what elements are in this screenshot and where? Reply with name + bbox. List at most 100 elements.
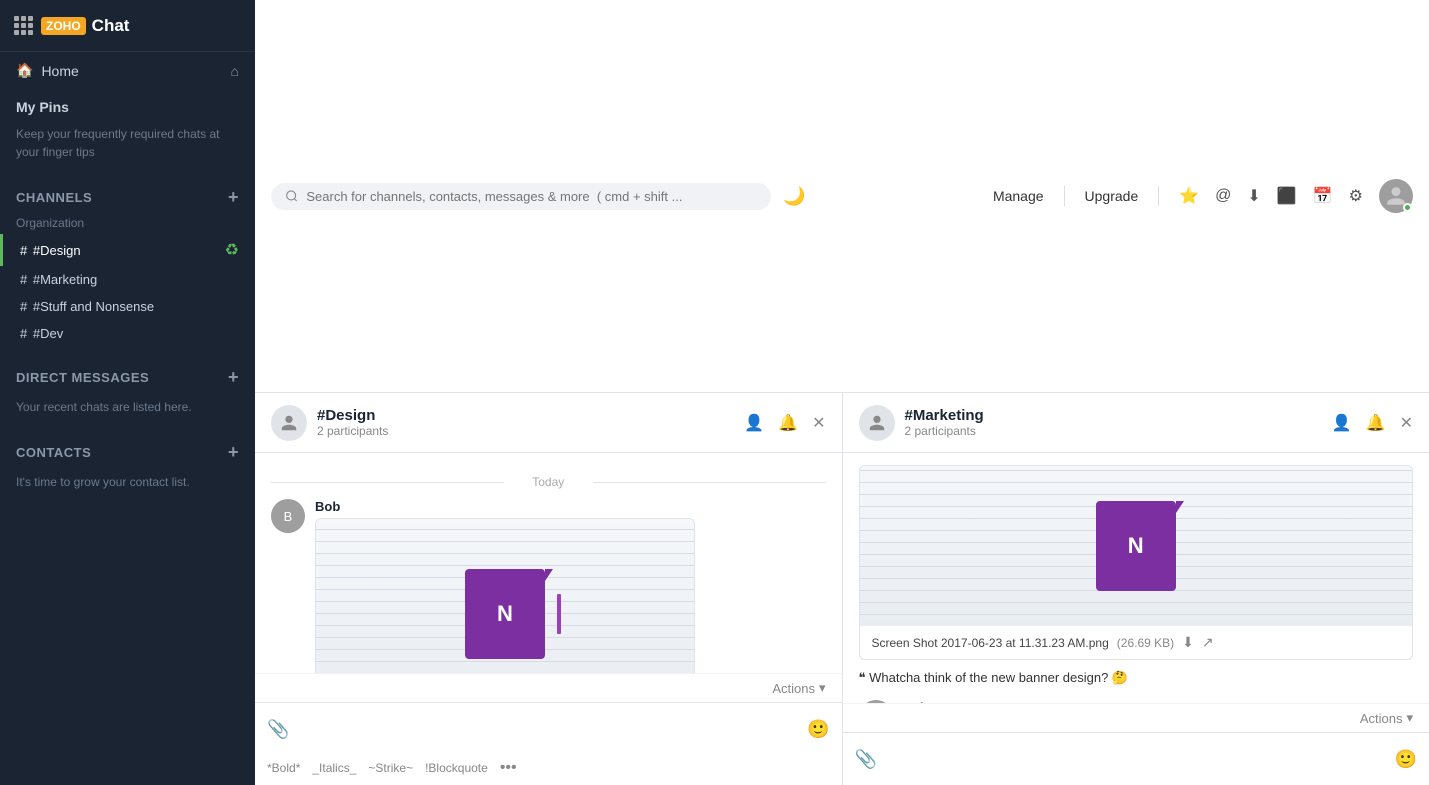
org-label: Organization: [0, 212, 255, 234]
design-channel-avatar: [271, 405, 307, 441]
design-header-actions: 👤 🔔 ✕: [744, 413, 825, 433]
search-bar[interactable]: [271, 183, 771, 210]
sidebar-item-marketing[interactable]: # #Marketing: [0, 266, 255, 293]
my-pins-section: My Pins: [0, 89, 255, 119]
share-icon[interactable]: ⬛: [1277, 186, 1297, 206]
marketing-file-size: (26.69 KB): [1117, 636, 1174, 650]
notification-icon-btn[interactable]: 🌙: [783, 186, 805, 207]
close-marketing-icon[interactable]: ✕: [1400, 413, 1413, 433]
star-icon[interactable]: ⭐: [1179, 186, 1199, 206]
design-channel-name: #Design: [317, 407, 744, 424]
add-dm-button[interactable]: +: [228, 367, 239, 388]
italic-format[interactable]: _Italics_: [312, 761, 356, 775]
marketing-header-actions: 👤 🔔 ✕: [1332, 413, 1413, 433]
marketing-messages: N Screen Shot 2017-06-23 at 11.31.23 AM.…: [843, 453, 1429, 703]
user-avatar[interactable]: [1379, 179, 1413, 213]
bold-format[interactable]: *Bold*: [267, 761, 300, 775]
main-content: 🌙 Manage Upgrade ⭐ @ ⬇ ⬛ 📅 ⚙: [255, 0, 1429, 785]
marketing-emoji-icon[interactable]: 🙂: [1395, 749, 1417, 770]
my-pins-description: Keep your frequently required chats at y…: [0, 119, 255, 175]
recycle-icon: ♻: [225, 240, 239, 260]
marketing-file-info: Screen Shot 2017-06-23 at 11.31.23 AM.pn…: [860, 626, 1413, 659]
emoji-icon[interactable]: 🙂: [807, 719, 829, 740]
sidebar-item-design[interactable]: # #Design ♻: [0, 234, 255, 266]
download-icon[interactable]: ⬇: [1247, 186, 1260, 206]
bob-marketing-avatar-wrap: B ↩: [859, 700, 903, 704]
file-preview: N Screen Shot 2017-06-23 at 11.31.23 AM.…: [315, 518, 695, 673]
marketing-file-section: N Screen Shot 2017-06-23 at 11.31.23 AM.…: [859, 465, 1414, 688]
marketing-actions-button[interactable]: Actions ▾: [1360, 710, 1413, 726]
ms-word-icon: N: [465, 569, 545, 659]
sidebar: ZOHO Chat 🏠 Home ⌂ My Pins Keep your fre…: [0, 0, 255, 785]
marketing-share-icon[interactable]: ↗: [1202, 634, 1214, 651]
marketing-message-input[interactable]: [885, 751, 1387, 767]
channels-label: Channels: [16, 190, 92, 205]
at-icon[interactable]: @: [1215, 187, 1231, 205]
search-icon: [285, 189, 298, 203]
marketing-panel-header: #Marketing 2 participants 👤 🔔 ✕: [843, 393, 1429, 453]
sidebar-item-stuff[interactable]: # #Stuff and Nonsense: [0, 293, 255, 320]
bob-message-body: Bob N: [315, 499, 826, 673]
design-actions-bar: Actions ▾: [255, 673, 842, 702]
marketing-word-box: N: [1096, 501, 1176, 591]
chat-panels: #Design 2 participants 👤 🔔 ✕ Today B Bob: [255, 393, 1429, 785]
search-input[interactable]: [306, 189, 757, 204]
zoho-logo: ZOHO: [41, 17, 86, 35]
marketing-attachment-icon[interactable]: 📎: [855, 749, 877, 770]
divider1: [1064, 186, 1065, 206]
marketing-actions-bar: Actions ▾: [843, 703, 1429, 732]
topbar-icons: Manage Upgrade ⭐ @ ⬇ ⬛ 📅 ⚙: [993, 179, 1413, 213]
add-contact-button[interactable]: +: [228, 442, 239, 463]
sidebar-item-home[interactable]: 🏠 Home ⌂: [0, 52, 255, 89]
upgrade-link[interactable]: Upgrade: [1085, 188, 1139, 204]
marketing-download-icon[interactable]: ⬇: [1182, 634, 1194, 651]
blockquote-format[interactable]: !Blockquote: [425, 761, 488, 775]
bob-sender: Bob: [315, 499, 826, 514]
sidebar-item-dev[interactable]: # #Dev: [0, 320, 255, 347]
chevron-down-icon: ▾: [819, 680, 826, 696]
sidebar-header: ZOHO Chat: [0, 0, 255, 52]
channel-hash-icon3: #: [20, 299, 27, 314]
design-panel-header: #Design 2 participants 👤 🔔 ✕: [255, 393, 842, 453]
marketing-input-area: 📎 🙂: [843, 732, 1429, 785]
divider2: [1158, 186, 1159, 206]
home-label: Home: [41, 63, 78, 79]
close-panel-icon[interactable]: ✕: [812, 413, 825, 433]
marketing-file-preview: N Screen Shot 2017-06-23 at 11.31.23 AM.…: [859, 465, 1414, 660]
bob-avatar: B: [271, 499, 305, 533]
attachment-icon[interactable]: 📎: [267, 719, 289, 740]
notification-marketing-icon[interactable]: 🔔: [1366, 413, 1386, 433]
marketing-channel-info: #Marketing 2 participants: [905, 407, 1332, 438]
date-divider: Today: [271, 475, 826, 489]
contacts-label: Contacts: [16, 445, 91, 460]
grid-icon[interactable]: [14, 16, 33, 35]
design-format-bar: *Bold* _Italics_ ~Strike~ !Blockquote ••…: [255, 755, 842, 785]
design-messages: Today B Bob N: [255, 453, 842, 673]
calendar-icon[interactable]: 📅: [1313, 186, 1333, 206]
settings-icon[interactable]: ⚙: [1349, 186, 1363, 206]
add-channel-button[interactable]: +: [228, 187, 239, 208]
brand-name: Chat: [92, 16, 130, 36]
marketing-channel-name: #Marketing: [905, 407, 1332, 424]
my-pins-title: My Pins: [16, 99, 69, 115]
design-message-input[interactable]: [297, 721, 799, 737]
design-actions-button[interactable]: Actions ▾: [772, 680, 825, 696]
add-member-marketing-icon[interactable]: 👤: [1332, 413, 1352, 433]
online-indicator: [1403, 203, 1412, 212]
channel-hash-icon: #: [20, 243, 27, 258]
marketing-participants: 2 participants: [905, 424, 1332, 438]
marketing-panel: #Marketing 2 participants 👤 🔔 ✕: [843, 393, 1429, 785]
add-member-icon[interactable]: 👤: [744, 413, 764, 433]
marketing-chevron-down-icon: ▾: [1406, 710, 1413, 726]
notification-bell-icon[interactable]: 🔔: [778, 413, 798, 433]
design-input-bar: 📎 🙂: [255, 703, 842, 755]
channel-hash-icon2: #: [20, 272, 27, 287]
more-format[interactable]: •••: [500, 759, 517, 777]
manage-link[interactable]: Manage: [993, 188, 1044, 204]
contacts-description: It's time to grow your contact list.: [0, 467, 255, 505]
table-row: B Bob N: [271, 499, 826, 673]
marketing-channel-avatar: [859, 405, 895, 441]
strike-format[interactable]: ~Strike~: [368, 761, 413, 775]
design-panel: #Design 2 participants 👤 🔔 ✕ Today B Bob: [255, 393, 843, 785]
marketing-top-message: ❝ Whatcha think of the new banner design…: [859, 668, 1414, 688]
